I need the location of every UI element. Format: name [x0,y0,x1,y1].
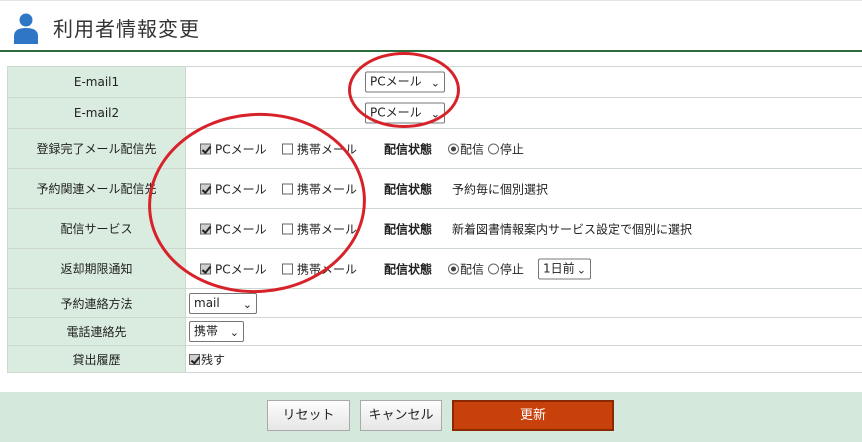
user-info-form: E-mail1 PCメール ⌄ E-mail2 PCメール ⌄ 登録完了メール配信先 [7,66,862,373]
phone-contact-select[interactable]: 携帯 ⌄ [189,321,244,342]
delivery-pc-checkbox[interactable] [200,223,211,234]
registration-stop-radio[interactable] [487,143,499,154]
registration-status-label: 配信状態 [384,142,433,156]
return-mobile-checkbox[interactable] [282,263,293,274]
chevron-down-icon: ⌄ [430,107,440,121]
delivery-status-label: 配信状態 [384,222,433,236]
delivery-mobile-checkbox[interactable] [282,223,293,234]
delivery-note: 新着図書情報案内サービス設定で個別に選択 [452,222,693,236]
email2-select[interactable]: PCメール ⌄ [365,102,445,124]
row-reservation: 予約関連メール配信先 PCメール 携帯メール 配信状態 予約毎に個別選択 [7,168,862,209]
label-contact-method: 予約連絡方法 [7,288,186,318]
label-phone-contact: 電話連絡先 [7,317,186,346]
reservation-note: 予約毎に個別選択 [452,182,549,196]
label-email1: E-mail1 [7,66,186,98]
label-reservation: 予約関連メール配信先 [7,168,186,209]
label-email2: E-mail2 [7,97,186,129]
registration-mobile-checkbox[interactable] [282,143,293,154]
cancel-button[interactable]: キャンセル [360,400,442,431]
email1-select[interactable]: PCメール ⌄ [365,71,445,93]
return-pc-checkbox[interactable] [200,263,211,274]
chevron-down-icon: ⌄ [229,326,239,339]
reset-button[interactable]: リセット [267,400,350,431]
row-return-notice: 返却期限通知 PCメール 携帯メール 配信状態 配信 停止 1日前 ⌄ [7,248,862,289]
return-timing-select[interactable]: 1日前 ⌄ [538,258,591,279]
registration-deliver-radio[interactable] [448,143,459,154]
return-deliver-radio[interactable] [448,263,459,274]
label-return-notice: 返却期限通知 [7,248,186,289]
reservation-mobile-checkbox[interactable] [282,183,293,194]
chevron-down-icon: ⌄ [242,297,252,311]
reservation-pc-checkbox[interactable] [200,183,211,194]
reservation-status-label: 配信状態 [384,182,433,196]
row-contact-method: 予約連絡方法 mail ⌄ [7,288,862,318]
action-bar: リセット キャンセル 更新 [0,392,862,442]
page-title: 利用者情報変更 [53,17,200,41]
row-loan-history: 貸出履歴 残す [7,345,862,373]
registration-pc-checkbox[interactable] [200,143,211,154]
contact-method-select[interactable]: mail ⌄ [189,292,257,314]
row-registration: 登録完了メール配信先 PCメール 携帯メール 配信状態 配信 停止 [7,128,862,169]
label-delivery-service: 配信サービス [7,208,186,249]
update-button[interactable]: 更新 [452,400,614,431]
chevron-down-icon: ⌄ [430,76,440,90]
loan-history-keep-checkbox[interactable] [189,353,200,365]
row-email2: E-mail2 PCメール ⌄ [7,97,862,129]
return-stop-radio[interactable] [487,263,499,274]
label-loan-history: 貸出履歴 [7,345,186,373]
row-delivery-service: 配信サービス PCメール 携帯メール 配信状態 新着図書情報案内サービス設定で個… [7,208,862,249]
chevron-down-icon: ⌄ [576,263,586,276]
user-icon [14,13,38,44]
row-email1: E-mail1 PCメール ⌄ [7,66,862,98]
page-header: 利用者情報変更 [0,0,862,52]
row-phone-contact: 電話連絡先 携帯 ⌄ [7,317,862,346]
return-status-label: 配信状態 [384,262,433,276]
label-registration: 登録完了メール配信先 [7,128,186,169]
